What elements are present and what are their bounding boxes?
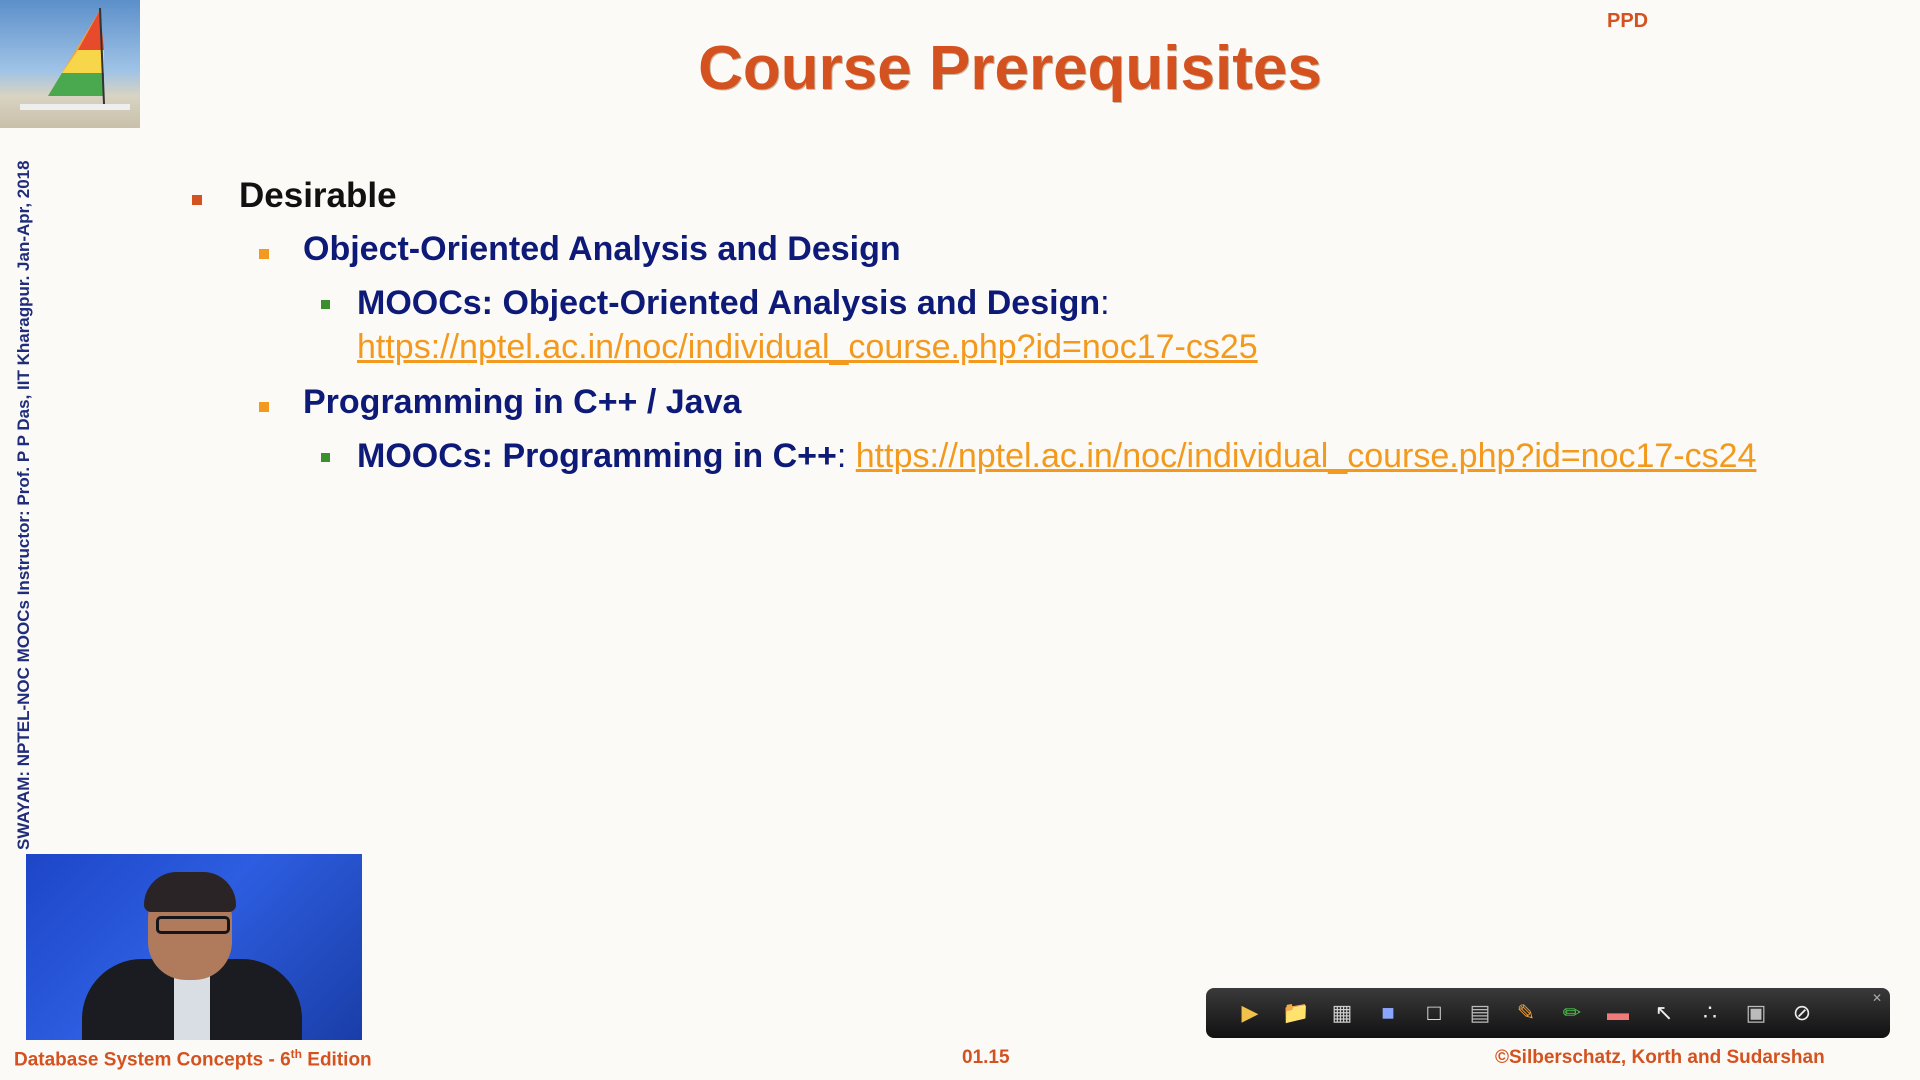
instructor-video-feed (26, 854, 362, 1040)
bullet-ooad-mooc: MOOCs: Object-Oriented Analysis and Desi… (321, 281, 1800, 369)
slides-icon[interactable]: ▦ (1328, 999, 1356, 1027)
slide-content: Desirable Object-Oriented Analysis and D… (180, 176, 1800, 478)
slide-title: Course Prerequisites (698, 34, 1322, 103)
bullet-marker (321, 453, 330, 462)
bullet-cpp-mooc: MOOCs: Programming in C++: https://nptel… (321, 434, 1800, 478)
pointer-icon[interactable]: ↖ (1650, 999, 1678, 1027)
highlighter-icon[interactable]: ✏ (1558, 999, 1586, 1027)
footer-book-title-prefix: Database System Concepts - 6 (14, 1049, 291, 1071)
ooad-mooc-link[interactable]: https://nptel.ac.in/noc/individual_cours… (357, 328, 1258, 366)
cpp-mooc-label: MOOCs: Programming in C++ (357, 437, 837, 475)
bullet-desirable-text: Desirable (239, 176, 397, 215)
bullet-marker (259, 249, 269, 259)
laser-icon[interactable]: ∴ (1696, 999, 1724, 1027)
cpp-mooc-link[interactable]: https://nptel.ac.in/noc/individual_cours… (856, 437, 1757, 475)
pen-icon[interactable]: ✎ (1512, 999, 1540, 1027)
bullet-marker (192, 195, 202, 205)
footer-copyright: ©Silberschatz, Korth and Sudarshan (1495, 1047, 1825, 1068)
screen-icon[interactable]: ▤ (1466, 999, 1494, 1027)
disable-icon[interactable]: ⊘ (1788, 999, 1816, 1027)
whiteboard-icon[interactable]: □ (1420, 999, 1448, 1027)
instructor-vertical-banner: SWAYAM: NPTEL-NOC MOOCs Instructor: Prof… (14, 160, 44, 850)
eraser-icon[interactable]: ▬ (1604, 999, 1632, 1027)
play-icon[interactable]: ▶ (1236, 999, 1264, 1027)
footer-book-title: Database System Concepts - 6th Edition (14, 1047, 372, 1071)
bullet-marker (259, 402, 269, 412)
toolbar-close-icon[interactable]: ✕ (1872, 991, 1882, 1005)
ooad-mooc-separator: : (1100, 284, 1110, 322)
cpp-mooc-separator: : (836, 437, 847, 475)
instructor-hair (144, 872, 236, 912)
bullet-programming: Programming in C++ / Java (259, 383, 1800, 422)
footer-book-title-sup: th (290, 1047, 302, 1061)
blackboard-icon[interactable]: ■ (1374, 999, 1402, 1027)
folder-icon[interactable]: 📁 (1282, 999, 1310, 1027)
bullet-ooad: Object-Oriented Analysis and Design (259, 230, 1800, 269)
annotation-toolbar: ▶ 📁 ▦ ■ □ ▤ ✎ ✏ ▬ ↖ ∴ ▣ ⊘ ✕ (1206, 988, 1890, 1038)
bullet-ooad-text: Object-Oriented Analysis and Design (303, 230, 901, 268)
clear-icon[interactable]: ▣ (1742, 999, 1770, 1027)
ppd-badge: PPD (1607, 10, 1649, 32)
ooad-mooc-label: MOOCs: Object-Oriented Analysis and Desi… (357, 284, 1101, 322)
footer-page-number: 01.15 (962, 1047, 1010, 1068)
bullet-desirable: Desirable (192, 176, 1800, 216)
bullet-marker (321, 300, 330, 309)
instructor-glasses (156, 916, 230, 934)
instructor-vertical-text: SWAYAM: NPTEL-NOC MOOCs Instructor: Prof… (14, 160, 33, 850)
footer-book-title-suffix: Edition (302, 1049, 372, 1071)
bullet-programming-text: Programming in C++ / Java (303, 383, 742, 421)
